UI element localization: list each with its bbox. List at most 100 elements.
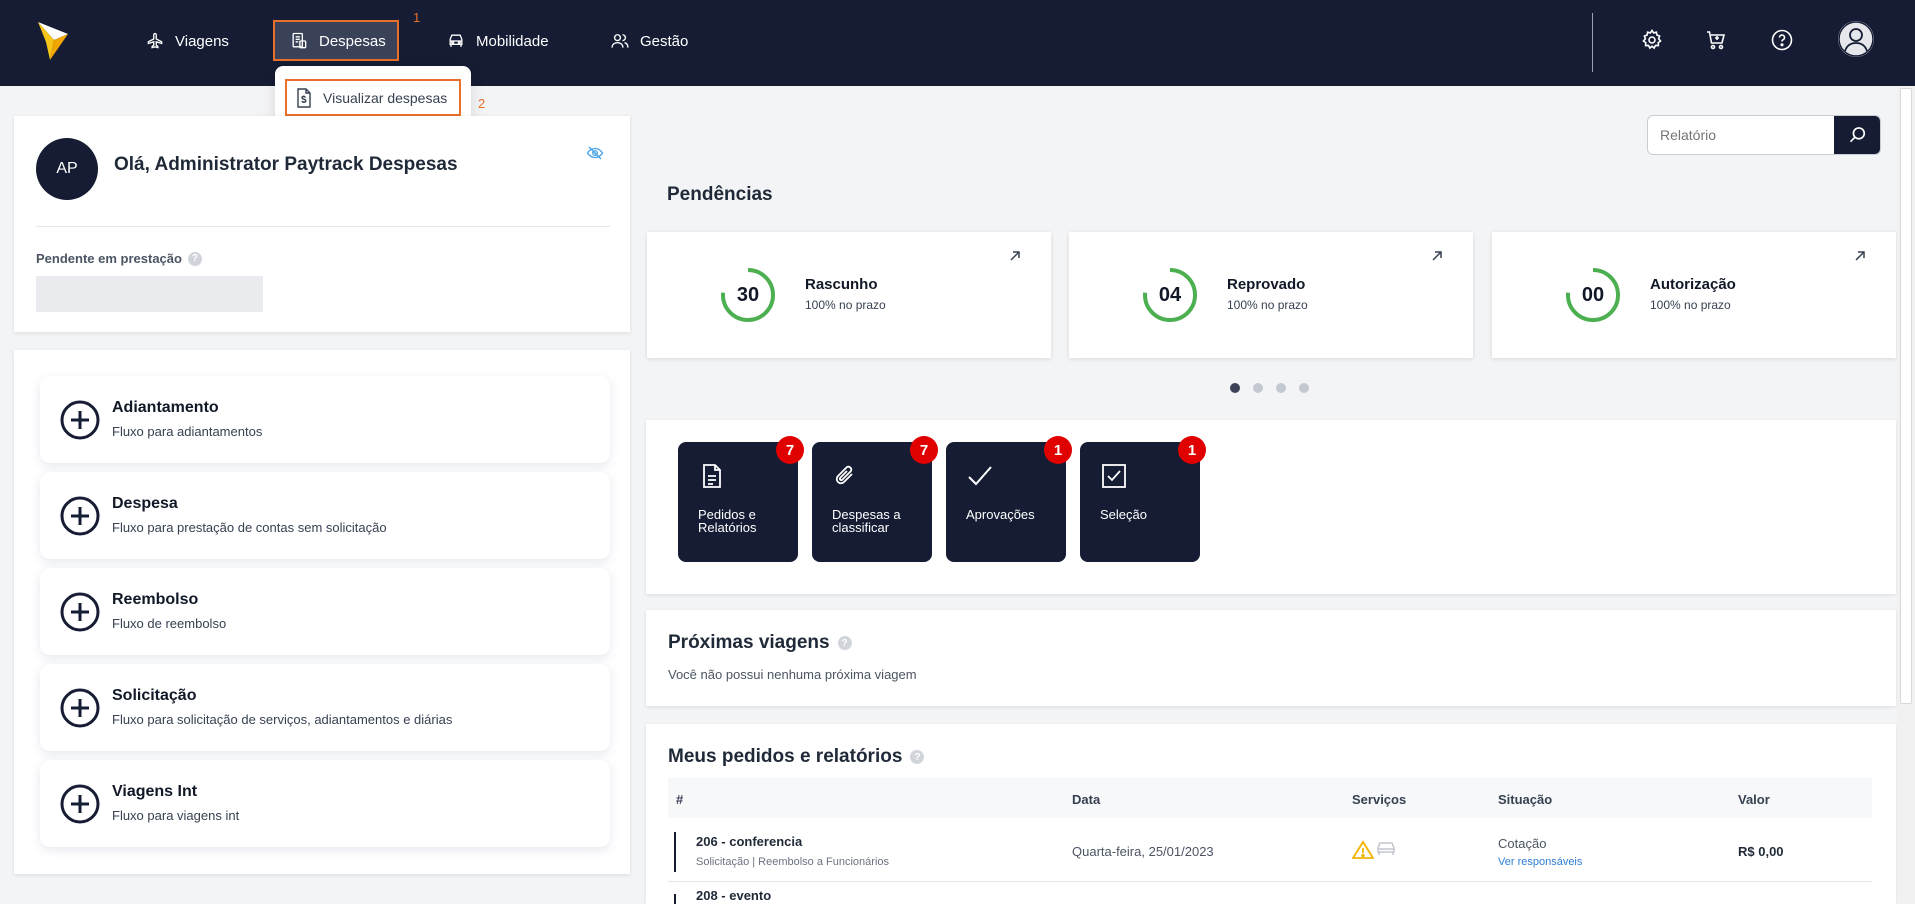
nav-despesas-highlight[interactable]: Despesas	[273, 20, 399, 61]
user-avatar-icon[interactable]	[1838, 21, 1874, 57]
report-search	[1647, 115, 1881, 155]
tile-aprovacoes[interactable]: Aprovações 1	[946, 436, 1072, 562]
flow-subtitle: Fluxo para viagens int	[112, 808, 240, 823]
pendencia-card-autorizacao[interactable]: 00 Autorização 100% no prazo	[1492, 232, 1896, 358]
tile-pedidos-relatorios[interactable]: Pedidos e Relatórios 7	[678, 436, 804, 562]
view-responsibles-link[interactable]: Ver responsáveis	[1498, 856, 1582, 868]
tile-selecao[interactable]: Seleção 1	[1080, 436, 1206, 562]
profile-card: AP Olá, Administrator Paytrack Despesas …	[14, 116, 630, 332]
flows-card: Adiantamento Fluxo para adiantamentos De…	[14, 350, 630, 874]
divider	[36, 226, 610, 227]
paperclip-icon	[835, 465, 853, 485]
row-status: Cotação	[1498, 836, 1547, 851]
flow-despesa[interactable]: Despesa Fluxo para prestação de contas s…	[40, 472, 610, 559]
flow-adiantamento[interactable]: Adiantamento Fluxo para adiantamentos	[40, 376, 610, 463]
cart-icon[interactable]	[1704, 28, 1728, 52]
menu-item-visualizar-despesas[interactable]: Visualizar despesas	[285, 79, 461, 116]
pendencia-card-rascunho[interactable]: 30 Rascunho 100% no prazo	[647, 232, 1051, 358]
table-row[interactable]: 206 - conferencia Solicitação | Reembols…	[668, 820, 1872, 882]
scrollbar-thumb[interactable]	[1900, 88, 1912, 704]
nav-despesas[interactable]: Despesas	[289, 27, 386, 55]
notification-badge: 1	[1044, 436, 1072, 464]
flow-viagens-int[interactable]: Viagens Int Fluxo para viagens int	[40, 760, 610, 847]
step-number-2: 2	[478, 96, 486, 111]
flow-subtitle: Fluxo de reembolso	[112, 616, 227, 631]
column-header: Serviços	[1352, 792, 1407, 807]
row-title: 206 - conferencia	[696, 834, 803, 849]
carousel-dot-4[interactable]	[1299, 383, 1309, 393]
document-icon	[703, 464, 721, 488]
flow-subtitle: Fluxo para solicitação de serviços, adia…	[112, 712, 453, 727]
carousel-dot-2[interactable]	[1253, 383, 1263, 393]
help-icon[interactable]: ?	[837, 636, 852, 650]
notification-badge: 1	[1178, 436, 1206, 464]
page-scrollbar[interactable]	[1897, 86, 1915, 904]
row-indicator	[674, 832, 676, 872]
car-icon	[449, 34, 463, 47]
arrow-up-right-icon[interactable]	[1429, 248, 1445, 264]
row-subtitle: Solicitação | Reembolso a Funcionários	[696, 856, 890, 868]
search-icon	[1849, 127, 1866, 143]
pendencias-title: Pendências	[667, 184, 773, 205]
eye-slash-icon[interactable]	[586, 144, 604, 162]
notification-badge: 7	[776, 436, 804, 464]
flow-reembolso[interactable]: Reembolso Fluxo de reembolso	[40, 568, 610, 655]
carousel-dot-3[interactable]	[1276, 383, 1286, 393]
help-icon[interactable]	[1770, 28, 1794, 52]
search-input[interactable]	[1648, 116, 1834, 154]
nav-mobilidade[interactable]: Mobilidade	[446, 27, 549, 55]
gear-icon[interactable]	[1640, 28, 1664, 52]
upcoming-trips-card: Próximas viagens ? Você não possui nenhu…	[646, 610, 1896, 706]
plus-circle-icon	[60, 592, 100, 632]
help-icon[interactable]: ?	[910, 750, 925, 764]
help-icon[interactable]: ?	[187, 251, 202, 266]
nav-label: Gestão	[640, 32, 689, 50]
nav-label: Mobilidade	[476, 32, 549, 50]
flow-solicitacao[interactable]: Solicitação Fluxo para solicitação de se…	[40, 664, 610, 751]
flow-subtitle: Fluxo para adiantamentos	[112, 424, 263, 439]
avatar: AP	[36, 138, 98, 200]
nav-label: Viagens	[175, 32, 229, 50]
pendencia-count: 00	[1581, 283, 1605, 306]
arrow-up-right-icon[interactable]	[1007, 248, 1023, 264]
nav-gestao[interactable]: Gestão	[610, 27, 688, 55]
nav-viagens[interactable]: Viagens	[145, 27, 229, 55]
plus-circle-icon	[60, 496, 100, 536]
orders-title: Meus pedidos e relatórios ?	[668, 746, 925, 768]
flow-title: Adiantamento	[112, 399, 219, 416]
row-date: Quarta-feira, 25/01/2023	[1072, 844, 1214, 859]
menu-item-label: Visualizar despesas	[323, 89, 448, 106]
pendencia-label: Rascunho	[805, 276, 878, 293]
row-indicator	[674, 894, 676, 904]
column-header: Valor	[1738, 792, 1770, 807]
pendencia-count: 04	[1158, 283, 1182, 306]
row-title: 208 - evento	[696, 888, 772, 903]
trips-title: Próximas viagens ?	[668, 632, 852, 654]
dollar-document-icon	[297, 87, 311, 108]
trips-empty-message: Você não possui nenhuma próxima viagem	[668, 667, 917, 682]
flow-title: Reembolso	[112, 591, 199, 608]
paytrack-logo[interactable]	[36, 20, 70, 67]
pendencia-sub: 100% no prazo	[805, 298, 886, 312]
search-button[interactable]	[1834, 116, 1880, 154]
tile-label: Seleção	[1100, 507, 1147, 522]
pendencia-sub: 100% no prazo	[1227, 298, 1308, 312]
checkbox-icon	[1102, 464, 1126, 488]
tile-despesas-classificar[interactable]: Despesas a classificar 7	[812, 436, 938, 562]
flow-subtitle: Fluxo para prestação de contas sem solic…	[112, 520, 387, 535]
tile-label: Pedidos e Relatórios	[698, 507, 757, 535]
table-row[interactable]: 208 - evento	[668, 884, 1872, 904]
receipt-icon	[292, 32, 307, 49]
step-number-1: 1	[413, 10, 421, 25]
tile-label: Despesas a classificar	[832, 507, 901, 535]
carousel-dot-1[interactable]	[1230, 383, 1240, 393]
column-header: #	[676, 792, 684, 807]
notification-badge: 7	[910, 436, 938, 464]
pendencia-label: Reprovado	[1227, 276, 1306, 293]
pendencia-card-reprovado[interactable]: 04 Reprovado 100% no prazo	[1069, 232, 1473, 358]
pending-value-placeholder	[36, 276, 263, 312]
arrow-up-right-icon[interactable]	[1852, 248, 1868, 264]
plus-circle-icon	[60, 400, 100, 440]
nav-divider	[1592, 13, 1593, 72]
orders-card: Meus pedidos e relatórios ? # Data Servi…	[646, 724, 1896, 904]
